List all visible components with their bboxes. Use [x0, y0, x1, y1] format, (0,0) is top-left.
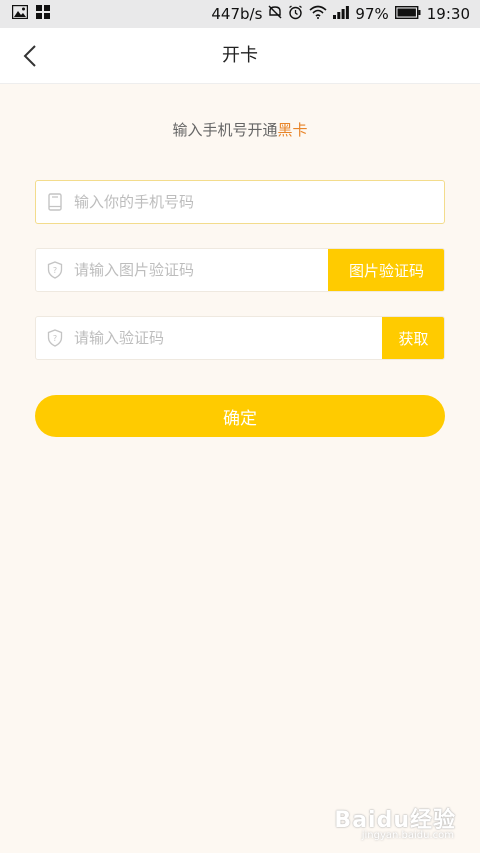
svg-text:?: ? [53, 334, 57, 343]
get-code-button[interactable]: 获取 [382, 317, 444, 359]
battery-icon [394, 5, 421, 23]
subtitle-accent: 黑卡 [277, 121, 308, 139]
alarm-icon [288, 4, 303, 24]
phone-icon [36, 181, 74, 223]
captcha-input[interactable] [74, 249, 328, 291]
status-right: 447b/s 97% 19:30 [211, 4, 470, 24]
back-arrow-icon [23, 45, 36, 67]
status-left [11, 4, 50, 23]
status-bar: 447b/s 97% 19:30 [0, 0, 480, 28]
signal-icon [333, 5, 350, 23]
clock-time: 19:30 [426, 5, 470, 23]
page-title: 开卡 [222, 45, 258, 66]
mute-icon [268, 5, 282, 23]
nav-bar: 开卡 [0, 28, 480, 84]
captcha-field[interactable]: ? 图片验证码 [35, 248, 445, 292]
svg-text:?: ? [53, 266, 57, 275]
phone-field[interactable] [35, 180, 445, 224]
code-field[interactable]: ? 获取 [35, 316, 445, 360]
watermark-url: jingyan.baidu.com [361, 830, 454, 841]
form-subtitle: 输入手机号开通黑卡 [0, 119, 480, 140]
image-notification-icon [11, 4, 29, 23]
wifi-icon [309, 5, 327, 23]
phone-input[interactable] [74, 181, 444, 223]
network-speed: 447b/s [211, 5, 263, 23]
shield-icon: ? [36, 317, 74, 359]
shield-icon: ? [36, 249, 74, 291]
back-button[interactable] [14, 40, 46, 72]
captcha-image-button[interactable]: 图片验证码 [328, 249, 444, 291]
code-input[interactable] [74, 317, 382, 359]
confirm-button[interactable]: 确定 [35, 395, 445, 437]
battery-percent: 97% [355, 5, 389, 23]
subtitle-text: 输入手机号开通 [172, 121, 278, 139]
apps-notification-icon [36, 5, 50, 23]
